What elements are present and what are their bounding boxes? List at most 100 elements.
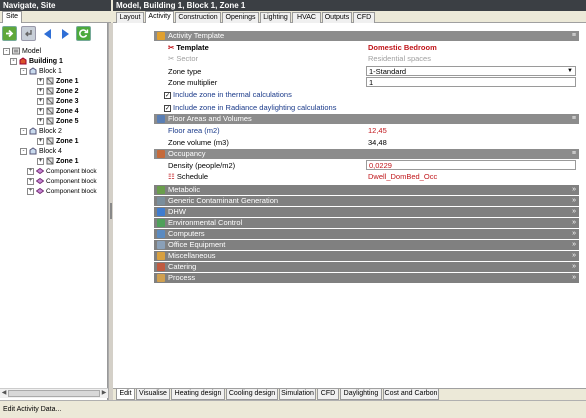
bottom-tab-row: Edit Visualise Heating design Cooling de… bbox=[113, 388, 586, 400]
tree-item-model[interactable]: - Model bbox=[3, 47, 41, 57]
previous-button[interactable] bbox=[40, 26, 55, 41]
tab-simulation[interactable]: Simulation bbox=[279, 389, 316, 400]
expand-icon[interactable]: + bbox=[37, 157, 44, 165]
density-input[interactable]: 0,0229 bbox=[366, 160, 576, 170]
zone-icon bbox=[46, 137, 54, 145]
scroll-left-icon[interactable]: ◀ bbox=[0, 389, 8, 398]
splitter-grip[interactable] bbox=[110, 203, 112, 219]
expand-icon[interactable]: + bbox=[27, 187, 34, 195]
expand-chevron-icon[interactable]: » bbox=[572, 273, 576, 283]
section-occupancy[interactable]: Occupancy ≡ bbox=[154, 149, 579, 159]
tree-item-block[interactable]: - Block 2 bbox=[20, 127, 62, 137]
expand-chevron-icon[interactable]: » bbox=[572, 196, 576, 206]
tab-site[interactable]: Site bbox=[2, 11, 22, 23]
tree-item-zone[interactable]: + Zone 2 bbox=[37, 87, 79, 97]
zone-multiplier-label: Zone multiplier bbox=[168, 78, 218, 87]
section-metabolic[interactable]: Metabolic » bbox=[154, 185, 579, 195]
section-floor-areas[interactable]: Floor Areas and Volumes ≡ bbox=[154, 114, 579, 124]
tree-item-zone[interactable]: + Zone 1 bbox=[37, 137, 79, 147]
expand-icon[interactable]: + bbox=[27, 177, 34, 185]
include-radiance-checkbox[interactable]: ✓ bbox=[164, 104, 171, 112]
forward-green-button[interactable] bbox=[2, 26, 17, 41]
tree-item-zone[interactable]: + Zone 1 bbox=[37, 77, 79, 87]
scrollbar-thumb[interactable] bbox=[8, 390, 100, 397]
collapse-icon[interactable]: - bbox=[10, 57, 17, 65]
schedule-value[interactable]: Dwell_DomBed_Occ bbox=[368, 171, 437, 182]
tab-cost-and-carbon[interactable]: Cost and Carbon bbox=[383, 389, 439, 400]
expand-icon[interactable]: + bbox=[37, 137, 44, 145]
back-to-parent-button[interactable] bbox=[21, 26, 36, 41]
collapse-icon[interactable]: - bbox=[20, 67, 27, 75]
tab-hvac[interactable]: HVAC bbox=[292, 12, 321, 23]
expand-chevron-icon[interactable]: » bbox=[572, 218, 576, 228]
section-office-equipment[interactable]: Office Equipment » bbox=[154, 240, 579, 250]
expand-icon[interactable]: + bbox=[27, 167, 34, 175]
tree-item-component-block[interactable]: + Component block bbox=[27, 177, 97, 187]
tab-visualise[interactable]: Visualise bbox=[136, 389, 170, 400]
tab-openings[interactable]: Openings bbox=[222, 12, 259, 23]
tree-item-block[interactable]: - Block 1 bbox=[20, 67, 62, 77]
expand-icon[interactable]: + bbox=[37, 117, 44, 125]
expand-chevron-icon[interactable]: » bbox=[572, 251, 576, 261]
next-button[interactable] bbox=[57, 26, 72, 41]
tab-layout[interactable]: Layout bbox=[116, 12, 144, 23]
collapse-icon[interactable]: - bbox=[20, 147, 27, 155]
expand-icon[interactable]: + bbox=[37, 87, 44, 95]
zone-type-select[interactable]: 1-Standard ▼ bbox=[366, 66, 576, 76]
tree-item-zone[interactable]: + Zone 4 bbox=[37, 107, 79, 117]
tab-lighting[interactable]: Lighting bbox=[260, 12, 291, 23]
scroll-right-icon[interactable]: ▶ bbox=[100, 389, 108, 398]
zone-volume-row: Zone volume (m3) 34,48 bbox=[168, 137, 579, 148]
tab-activity[interactable]: Activity bbox=[145, 11, 174, 23]
section-title: Generic Contaminant Generation bbox=[168, 196, 279, 205]
tab-cfd-bottom[interactable]: CFD bbox=[317, 389, 339, 400]
collapse-chevron-icon[interactable]: ≡ bbox=[572, 149, 576, 159]
section-miscellaneous[interactable]: Miscellaneous » bbox=[154, 251, 579, 261]
chevron-down-icon[interactable]: ▼ bbox=[567, 67, 573, 76]
section-catering[interactable]: Catering » bbox=[154, 262, 579, 272]
collapse-chevron-icon[interactable]: ≡ bbox=[572, 114, 576, 124]
include-thermal-checkbox[interactable]: ✓ bbox=[164, 91, 171, 99]
tab-daylighting[interactable]: Daylighting bbox=[340, 389, 382, 400]
tab-cfd[interactable]: CFD bbox=[353, 12, 375, 23]
expand-chevron-icon[interactable]: » bbox=[572, 229, 576, 239]
tree-item-block[interactable]: - Block 4 bbox=[20, 147, 62, 157]
tab-heating-design[interactable]: Heating design bbox=[171, 389, 225, 400]
section-title: Floor Areas and Volumes bbox=[168, 114, 252, 123]
tree-item-zone[interactable]: + Zone 3 bbox=[37, 97, 79, 107]
section-process[interactable]: Process » bbox=[154, 273, 579, 283]
tree-item-zone[interactable]: + Zone 1 bbox=[37, 157, 79, 167]
tree-item-label: Zone 1 bbox=[56, 158, 79, 165]
expand-icon[interactable]: + bbox=[37, 77, 44, 85]
tree-item-zone[interactable]: + Zone 5 bbox=[37, 117, 79, 127]
tab-edit[interactable]: Edit bbox=[116, 389, 135, 400]
zone-multiplier-input[interactable]: 1 bbox=[366, 77, 576, 87]
expand-chevron-icon[interactable]: » bbox=[572, 185, 576, 195]
expand-icon[interactable]: + bbox=[37, 97, 44, 105]
tab-cooling-design[interactable]: Cooling design bbox=[226, 389, 278, 400]
zone-multiplier-row: Zone multiplier 1 bbox=[168, 77, 579, 88]
expand-chevron-icon[interactable]: » bbox=[572, 240, 576, 250]
expand-chevron-icon[interactable]: » bbox=[572, 262, 576, 272]
computer-icon bbox=[157, 230, 165, 238]
tree-item-building[interactable]: - Building 1 bbox=[10, 57, 63, 67]
refresh-button[interactable] bbox=[76, 26, 91, 41]
collapse-icon[interactable]: - bbox=[20, 127, 27, 135]
section-generic-contaminant[interactable]: Generic Contaminant Generation » bbox=[154, 196, 579, 206]
navigator-horizontal-scrollbar[interactable]: ◀ ▶ bbox=[0, 388, 108, 398]
section-dhw[interactable]: DHW » bbox=[154, 207, 579, 217]
navigator-panel: - Model - Building 1 - Block 1 + Zone 1 + Zon… bbox=[0, 23, 108, 400]
expand-icon[interactable]: + bbox=[37, 107, 44, 115]
tab-outputs[interactable]: Outputs bbox=[322, 12, 352, 23]
expand-chevron-icon[interactable]: » bbox=[572, 207, 576, 217]
tree-item-component-block[interactable]: + Component block bbox=[27, 167, 97, 177]
tab-construction[interactable]: Construction bbox=[175, 12, 221, 23]
section-activity-template[interactable]: Activity Template ≡ bbox=[154, 31, 579, 41]
collapse-icon[interactable]: - bbox=[3, 47, 10, 55]
template-value[interactable]: Domestic Bedroom bbox=[368, 42, 437, 53]
collapse-chevron-icon[interactable]: ≡ bbox=[572, 31, 576, 41]
section-computers[interactable]: Computers » bbox=[154, 229, 579, 239]
tree-item-component-block[interactable]: + Component block bbox=[27, 187, 97, 197]
section-environmental-control[interactable]: Environmental Control » bbox=[154, 218, 579, 228]
tree-item-label: Block 1 bbox=[39, 68, 62, 75]
